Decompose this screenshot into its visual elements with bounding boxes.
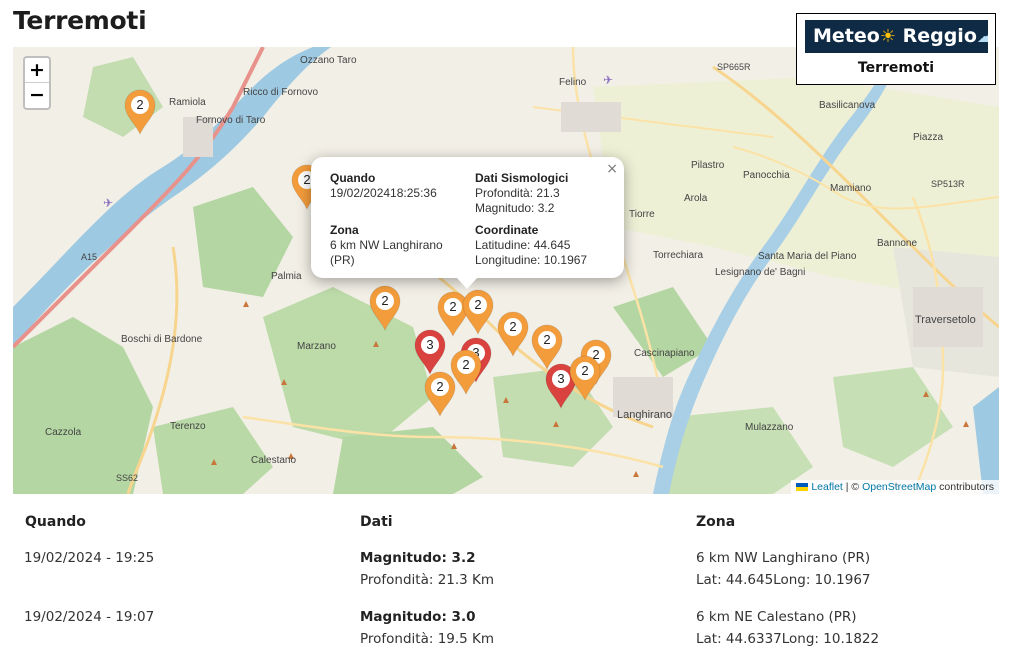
road-label: SP665R — [717, 62, 751, 72]
ukraine-flag-icon — [796, 483, 809, 492]
row-coords: Lat: 44.645Long: 10.1967 — [696, 572, 871, 588]
place-label: Ramiola — [169, 97, 206, 108]
svg-text:✈: ✈ — [603, 73, 613, 87]
cluster-count: 2 — [376, 292, 394, 310]
place-label: Cazzola — [45, 427, 82, 438]
popup-close-button[interactable]: × — [606, 161, 618, 177]
logo-brand-part2: Reggio — [902, 25, 977, 47]
earthquake-popup: × Quando 19/02/202418:25:36 Zona 6 km NW… — [311, 157, 624, 289]
road-label: A15 — [81, 252, 97, 262]
popup-latitude: Latitudine: 44.645 — [475, 238, 571, 252]
place-label: Traversetolo — [915, 314, 976, 326]
cluster-marker[interactable]: 3 — [413, 329, 447, 375]
row-depth: Profondità: 21.3 Km — [360, 572, 495, 588]
map-attribution: Leaflet | © OpenStreetMap contributors — [791, 480, 999, 494]
svg-text:✈: ✈ — [103, 196, 113, 210]
zoom-in-button[interactable]: + — [25, 58, 49, 83]
place-label: Mulazzano — [745, 422, 794, 433]
leaflet-link[interactable]: Leaflet — [811, 481, 843, 493]
cluster-count: 3 — [421, 336, 439, 354]
cluster-count: 2 — [538, 331, 556, 349]
place-label: Boschi di Bardone — [121, 334, 203, 345]
place-label: Torrechiara — [653, 250, 703, 261]
place-label: Langhirano — [617, 409, 672, 421]
place-label: Santa Maria del Piano — [758, 251, 857, 262]
place-label: Ozzano Taro — [300, 55, 357, 66]
place-label: Terenzo — [170, 421, 206, 432]
row-when: 19/02/2024 - 19:07 — [24, 609, 155, 625]
road-label: SP513R — [931, 179, 965, 189]
logo-brand-part1: Meteo — [813, 25, 880, 47]
openstreetmap-link[interactable]: OpenStreetMap — [862, 481, 936, 493]
row-zone: 6 km NE Calestano (PR) — [696, 609, 857, 625]
popup-zone-value: 6 km NW Langhirano — [330, 238, 443, 252]
place-label: Mamiano — [830, 183, 872, 194]
row-when: 19/02/2024 - 19:25 — [24, 550, 155, 566]
meteo-reggio-logo[interactable]: Meteo☀ Reggio☁ Terremoti — [796, 13, 996, 85]
place-label: Lesignano de' Bagni — [715, 267, 805, 278]
popup-zone-label: Zona — [330, 223, 359, 237]
earthquake-map[interactable]: ✈ ✈ Ozzano Taro Ramiola Ricco di Fornovo… — [13, 47, 999, 494]
page-title: Terremoti — [13, 6, 147, 35]
place-label: Palmia — [271, 271, 302, 282]
cluster-marker[interactable]: 2 — [368, 285, 402, 331]
logo-banner: Meteo☀ Reggio☁ — [805, 20, 988, 53]
place-label: Panocchia — [743, 170, 790, 181]
place-label: Felino — [559, 77, 587, 88]
cluster-marker[interactable]: 2 — [123, 89, 157, 135]
popup-zone-value-cont: (PR) — [330, 253, 355, 267]
cluster-count: 2 — [469, 296, 487, 314]
cluster-count: 2 — [131, 96, 149, 114]
logo-subtitle: Terremoti — [857, 60, 935, 76]
cluster-marker[interactable]: 2 — [496, 311, 530, 357]
place-label: Ricco di Fornovo — [243, 87, 318, 98]
popup-depth: Profondità: 21.3 — [475, 186, 560, 200]
cluster-count: 2 — [431, 378, 449, 396]
attribution-suffix: contributors — [936, 481, 994, 493]
column-header-zone: Zona — [696, 514, 736, 530]
zoom-out-button[interactable]: − — [25, 83, 49, 108]
place-label: Marzano — [297, 341, 336, 352]
place-label: Arola — [684, 193, 708, 204]
column-header-when: Quando — [25, 514, 86, 530]
row-magnitude: Magnitudo: 3.0 — [360, 609, 476, 625]
place-label: Bannone — [877, 238, 917, 249]
cluster-count: 2 — [504, 318, 522, 336]
road-label: SS62 — [116, 473, 138, 483]
popup-seismo: Dati Sismologici Profondità: 21.3 Magnit… — [475, 171, 568, 216]
row-coords: Lat: 44.6337Long: 10.1822 — [696, 631, 880, 647]
cluster-count: 2 — [457, 356, 475, 374]
row-zone: 6 km NW Langhirano (PR) — [696, 550, 871, 566]
sun-icon: ☀ — [879, 26, 896, 47]
popup-when-label: Quando — [330, 171, 376, 185]
popup-seismo-label: Dati Sismologici — [475, 171, 569, 185]
popup-when-value: 19/02/202418:25:36 — [330, 186, 437, 200]
popup-tip — [457, 278, 477, 289]
popup-magnitude: Magnitudo: 3.2 — [475, 201, 555, 215]
zoom-control: + − — [23, 56, 51, 110]
attribution-separator: | © — [842, 481, 863, 493]
popup-longitude: Longitudine: 10.1967 — [475, 253, 588, 267]
place-label: Pilastro — [691, 160, 725, 171]
place-label: Tiorre — [629, 209, 655, 220]
place-label: Cascinapiano — [634, 348, 695, 359]
popup-when: Quando 19/02/202418:25:36 — [330, 171, 437, 201]
place-label: Calestano — [251, 455, 296, 466]
place-label: Piazza — [913, 132, 943, 143]
popup-zone: Zona 6 km NW Langhirano (PR) — [330, 223, 443, 268]
place-label: Basilicanova — [819, 100, 876, 111]
cluster-marker[interactable]: 2 — [461, 289, 495, 335]
place-label: Fornovo di Taro — [196, 115, 266, 126]
popup-coords: Coordinate Latitudine: 44.645 Longitudin… — [475, 223, 587, 268]
row-depth: Profondità: 19.5 Km — [360, 631, 495, 647]
cluster-marker[interactable]: 2 — [423, 371, 457, 417]
column-header-data: Dati — [360, 514, 393, 530]
popup-coords-label: Coordinate — [475, 223, 539, 237]
cluster-marker[interactable]: 2 — [568, 355, 602, 401]
cloud-icon: ☁ — [976, 26, 988, 47]
cluster-count: 2 — [576, 362, 594, 380]
row-magnitude: Magnitudo: 3.2 — [360, 550, 476, 566]
cluster-count: 2 — [444, 298, 462, 316]
